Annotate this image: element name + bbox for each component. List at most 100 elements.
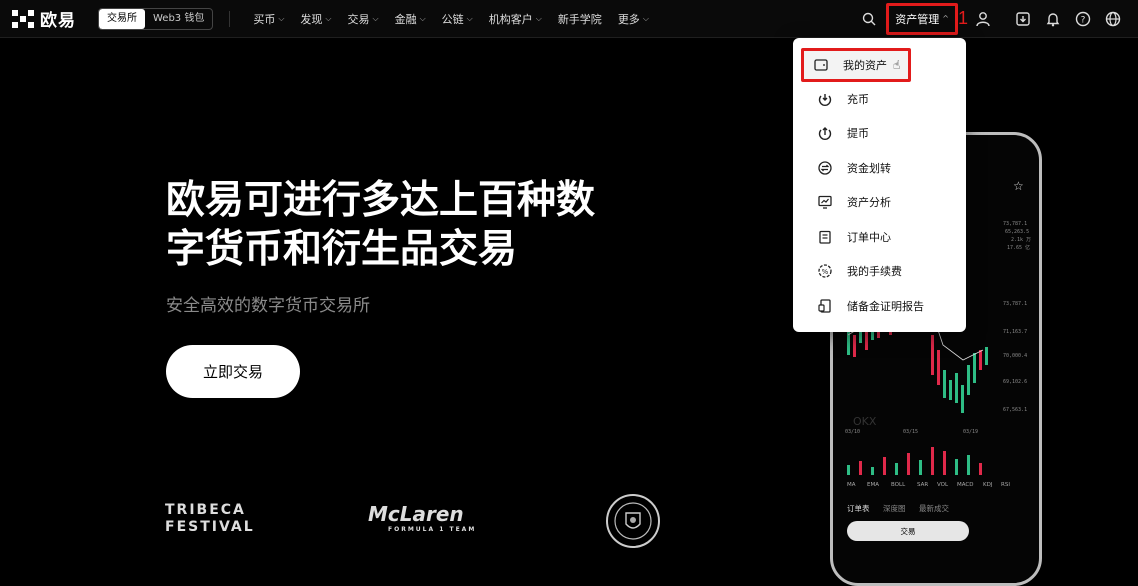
menu-item-label: 我的手续费	[847, 265, 902, 278]
orders-icon	[817, 229, 833, 245]
menu-item-label: 充币	[847, 93, 869, 106]
menu-item-label: 提币	[847, 127, 869, 140]
svg-text:订单表: 订单表	[847, 503, 870, 513]
brand-name: 欧易	[40, 11, 76, 31]
withdraw-icon	[817, 125, 833, 141]
help-icon[interactable]: ?	[1072, 8, 1094, 30]
manchester-city-crest-icon[interactable]	[606, 494, 660, 548]
mclaren-subtitle: FORMULA 1 TEAM	[388, 526, 477, 533]
menu-item-label: 我的资产	[843, 59, 887, 72]
annotation-number-1: 1	[957, 8, 968, 28]
hero-subtitle: 安全高效的数字货币交易所	[166, 296, 370, 316]
mclaren-wordmark: McLaren	[368, 502, 464, 526]
okx-logo-icon	[12, 9, 34, 28]
svg-text:深度图: 深度图	[883, 503, 906, 513]
nav-item-label: 新手学院	[557, 12, 602, 26]
asset-management-dropdown: 我的资产 ☝ 充币 提币 资金划转 资产分析 订单中心 % 我的手续费 储备金证…	[793, 38, 966, 332]
exchange-tab[interactable]: 交易所	[99, 8, 145, 29]
user-icon[interactable]	[972, 8, 994, 30]
menu-item-label: 储备金证明报告	[847, 300, 924, 313]
svg-text:MACD: MACD	[957, 482, 974, 488]
hero-title-line-2: 字货币和衍生品交易	[166, 227, 518, 272]
menu-item-my-assets[interactable]: 我的资产 ☝	[801, 48, 911, 82]
svg-text:RSI: RSI	[1001, 482, 1010, 488]
tribeca-line-2: FESTIVAL	[165, 519, 255, 535]
svg-text:67,563.1: 67,563.1	[1003, 407, 1027, 413]
hero-title: 欧易可进行多达上百种数 字货币和衍生品交易	[166, 176, 666, 274]
svg-text:交易: 交易	[901, 526, 916, 536]
menu-item-my-fees[interactable]: % 我的手续费	[793, 254, 966, 288]
nav-item-more[interactable]: 更多 ⌵	[610, 11, 657, 27]
svg-text:73,787.1: 73,787.1	[1003, 221, 1027, 227]
volume-bars	[847, 447, 982, 475]
analysis-icon	[817, 194, 833, 210]
search-icon[interactable]	[858, 8, 880, 30]
wallet-icon	[813, 57, 829, 73]
menu-item-label: 资产分析	[847, 196, 891, 209]
svg-text:VOL: VOL	[937, 482, 949, 488]
svg-text:BOLL: BOLL	[891, 482, 906, 488]
chevron-down-icon: ⌵	[642, 13, 649, 23]
svg-text:KDJ: KDJ	[983, 482, 993, 488]
asset-management-button[interactable]: 资产管理 ^	[886, 2, 958, 35]
reserve-report-icon	[817, 298, 833, 314]
top-navigation-bar: 欧易 交易所 Web3 钱包 买币 ⌵ 发现 ⌵ 交易 ⌵ 金融 ⌵ 公链 ⌵ 机构客户 ⌵…	[0, 0, 1138, 38]
svg-text:2.1k 万: 2.1k 万	[1011, 237, 1031, 243]
svg-text:03/19: 03/19	[963, 429, 978, 435]
nav-item-label: 发现	[300, 12, 323, 26]
svg-text:?: ?	[1081, 15, 1086, 25]
svg-text:最新成交: 最新成交	[919, 503, 949, 513]
chevron-down-icon: ⌵	[325, 13, 332, 23]
main-nav: 买币 ⌵ 发现 ⌵ 交易 ⌵ 金融 ⌵ 公链 ⌵ 机构客户 ⌵ 新手学院 更多 ⌵	[245, 11, 657, 27]
svg-text:70,000.4: 70,000.4	[1003, 353, 1027, 359]
transfer-icon	[817, 160, 833, 176]
chevron-down-icon: ⌵	[466, 13, 473, 23]
star-icon: ☆	[1013, 179, 1024, 193]
globe-icon[interactable]	[1102, 8, 1124, 30]
trade-now-button[interactable]: 立即交易	[166, 345, 300, 398]
nav-item-label: 金融	[394, 12, 417, 26]
menu-item-label: 资金划转	[847, 162, 891, 175]
menu-item-label: 订单中心	[847, 231, 891, 244]
header-actions: 资产管理 ^ 1 ?	[858, 0, 1124, 37]
web3-wallet-tab[interactable]: Web3 钱包	[145, 9, 212, 29]
menu-item-fund-transfer[interactable]: 资金划转	[793, 151, 966, 185]
svg-text:OKX: OKX	[853, 415, 877, 428]
nav-item-buy-crypto[interactable]: 买币 ⌵	[245, 11, 292, 27]
svg-text:%: %	[822, 268, 829, 276]
menu-item-order-center[interactable]: 订单中心	[793, 220, 966, 254]
svg-text:69,102.6: 69,102.6	[1003, 379, 1027, 385]
nav-item-discover[interactable]: 发现 ⌵	[292, 11, 339, 27]
nav-item-chain[interactable]: 公链 ⌵	[434, 11, 481, 27]
nav-item-trade[interactable]: 交易 ⌵	[340, 11, 387, 27]
nav-item-institutional[interactable]: 机构客户 ⌵	[481, 11, 550, 27]
fee-icon: %	[817, 263, 833, 279]
nav-item-finance[interactable]: 金融 ⌵	[387, 11, 434, 27]
menu-item-withdraw[interactable]: 提币	[793, 116, 966, 150]
nav-item-label: 公链	[441, 12, 464, 26]
chevron-down-icon: ⌵	[535, 13, 542, 23]
tribeca-line-1: TRIBECA	[165, 502, 246, 518]
svg-text:SAR: SAR	[917, 482, 928, 488]
nav-item-academy[interactable]: 新手学院	[550, 11, 610, 27]
bell-icon[interactable]	[1042, 8, 1064, 30]
svg-text:71,163.7: 71,163.7	[1003, 329, 1027, 335]
pointer-hand-icon: ☝	[893, 58, 901, 72]
download-icon[interactable]	[1012, 8, 1034, 30]
tribeca-festival-logo[interactable]: TRIBECA FESTIVAL	[165, 502, 255, 536]
asset-management-label: 资产管理	[895, 12, 940, 26]
nav-item-label: 机构客户	[488, 12, 533, 26]
svg-text:73,787.1: 73,787.1	[1003, 301, 1027, 307]
nav-item-label: 交易	[347, 12, 370, 26]
menu-item-asset-analysis[interactable]: 资产分析	[793, 185, 966, 219]
brand-logo[interactable]: 欧易	[12, 6, 76, 31]
chevron-up-icon: ^	[942, 14, 949, 23]
chevron-down-icon: ⌵	[372, 13, 379, 23]
menu-item-proof-of-reserves[interactable]: 储备金证明报告	[793, 289, 966, 323]
svg-text:03/15: 03/15	[903, 429, 918, 435]
mode-switch: 交易所 Web3 钱包	[98, 7, 214, 30]
mclaren-logo[interactable]: McLaren FORMULA 1 TEAM	[368, 502, 476, 533]
nav-divider	[229, 10, 231, 27]
menu-item-deposit[interactable]: 充币	[793, 82, 966, 116]
deposit-icon	[817, 91, 833, 107]
